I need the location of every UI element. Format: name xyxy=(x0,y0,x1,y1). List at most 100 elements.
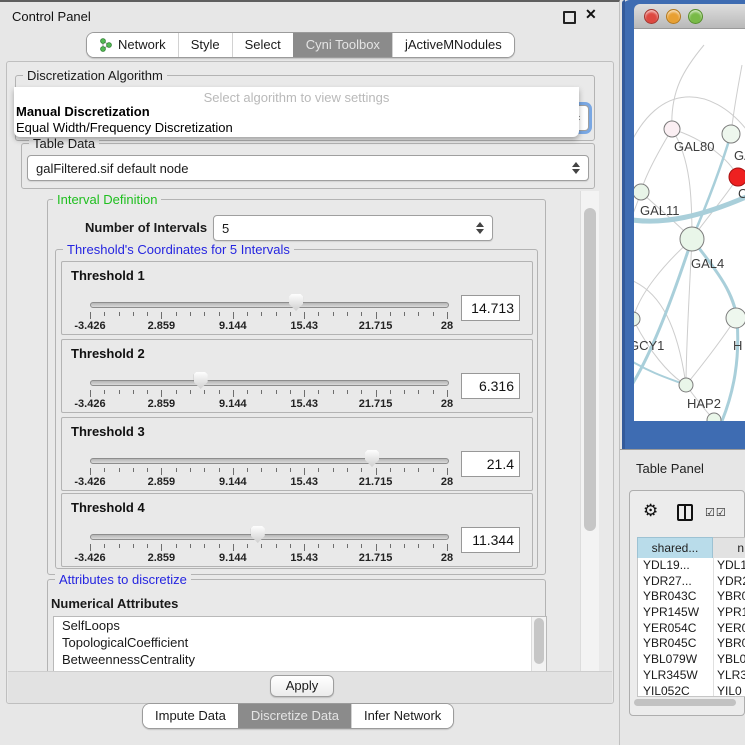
attributes-scrollbar-track[interactable] xyxy=(531,617,546,672)
cell-shared-name[interactable]: YLR345W xyxy=(643,668,698,684)
cell-name[interactable]: YBR0 xyxy=(717,636,745,652)
table-row[interactable]: YPR145W YPR1 xyxy=(638,605,745,621)
tick-mark xyxy=(190,390,191,394)
threshold-slider-track[interactable] xyxy=(90,458,449,464)
network-nodes[interactable] xyxy=(634,121,745,421)
threshold-value-field[interactable]: 21.4 xyxy=(461,451,520,477)
table-row[interactable]: YER054C YER0 xyxy=(638,621,745,637)
network-node[interactable] xyxy=(726,308,745,328)
cell-name[interactable]: YBR0 xyxy=(717,589,745,605)
cell-name[interactable]: YER0 xyxy=(717,621,745,637)
table-row[interactable]: YDR27... YDR2 xyxy=(638,574,745,590)
tick-mark xyxy=(233,312,234,319)
network-canvas[interactable]: GAL80GAL11GAL4GCY1HHAP2GAC xyxy=(634,29,745,421)
tick-mark xyxy=(447,312,448,319)
cell-shared-name[interactable]: YBR045C xyxy=(643,636,696,652)
tick-mark xyxy=(404,390,405,394)
attribute-list-item[interactable]: TopologicalCoefficient xyxy=(54,634,546,651)
cell-shared-name[interactable]: YDL19... xyxy=(643,558,690,574)
cell-shared-name[interactable]: YBL079W xyxy=(643,652,697,668)
slider-thumb[interactable] xyxy=(194,372,208,389)
option-manual-discretization[interactable]: Manual Discretization xyxy=(16,104,150,119)
cell-name[interactable]: YDR2 xyxy=(717,574,745,590)
slider-thumb[interactable] xyxy=(365,450,379,467)
slider-thumb[interactable] xyxy=(251,526,265,543)
cell-shared-name[interactable]: YER054C xyxy=(643,621,696,637)
tab-jactivemnodules[interactable]: jActiveMNodules xyxy=(392,33,514,57)
node-table[interactable]: YDL19...YDL1YDR27...YDR2YBR043CYBR0YPR14… xyxy=(637,558,745,697)
table-row[interactable]: YIL052C YIL0 xyxy=(638,684,745,698)
float-window-icon[interactable] xyxy=(563,11,576,24)
network-node[interactable] xyxy=(634,312,640,326)
cell-shared-name[interactable]: YDR27... xyxy=(643,574,692,590)
table-row[interactable]: YLR345W YLR3 xyxy=(638,668,745,684)
settings-scrollbar-track[interactable] xyxy=(580,191,599,701)
cell-name[interactable]: YPR1 xyxy=(717,605,745,621)
cell-name[interactable]: YBL0 xyxy=(717,652,745,668)
select-columns-icon[interactable]: ☑☑ xyxy=(705,506,727,519)
table-row[interactable]: YBR043C YBR0 xyxy=(638,589,745,605)
tick-mark xyxy=(318,390,319,394)
table-data-combobox[interactable]: galFiltered.sif default node xyxy=(27,155,589,181)
attribute-list-item[interactable]: BetweennessCentrality xyxy=(54,651,546,668)
column-header-name[interactable]: n xyxy=(713,537,745,559)
cell-name[interactable]: YDL1 xyxy=(717,558,745,574)
network-node[interactable] xyxy=(664,121,680,137)
tick-mark xyxy=(376,544,377,551)
scale-label: 28 xyxy=(441,476,453,488)
network-node[interactable] xyxy=(680,227,704,251)
threshold-slider-track[interactable] xyxy=(90,302,449,308)
close-icon[interactable]: ✕ xyxy=(585,6,597,23)
cell-shared-name[interactable]: YPR145W xyxy=(643,605,699,621)
tick-mark xyxy=(190,468,191,472)
threshold-slider-track[interactable] xyxy=(90,380,449,386)
tab-network[interactable]: Network xyxy=(87,33,178,57)
cell-shared-name[interactable]: YBR043C xyxy=(643,589,696,605)
split-columns-icon[interactable] xyxy=(677,504,693,521)
tick-mark xyxy=(418,468,419,472)
cell-name[interactable]: YIL0 xyxy=(717,684,742,698)
table-row[interactable]: YDL19... YDL1 xyxy=(638,558,745,574)
tab-discretize-data[interactable]: Discretize Data xyxy=(238,704,351,728)
threshold-value-field[interactable]: 6.316 xyxy=(461,373,520,399)
tick-mark xyxy=(219,312,220,316)
option-equal-width-frequency[interactable]: Equal Width/Frequency Discretization xyxy=(16,120,233,135)
apply-button[interactable]: Apply xyxy=(270,675,334,697)
tick-mark xyxy=(361,390,362,394)
tab-cyni-toolbox[interactable]: Cyni Toolbox xyxy=(293,33,392,57)
column-header-shared-name[interactable]: shared... xyxy=(637,537,713,559)
tab-impute-data[interactable]: Impute Data xyxy=(143,704,238,728)
threshold-value-field[interactable]: 14.713 xyxy=(461,295,520,321)
network-node[interactable] xyxy=(634,184,649,200)
close-red-icon[interactable] xyxy=(644,9,659,24)
attributes-scrollbar-thumb[interactable] xyxy=(534,618,544,664)
threshold-slider-track[interactable] xyxy=(90,534,449,540)
numerical-attributes-list[interactable]: SelfLoopsTopologicalCoefficientBetweenne… xyxy=(53,616,547,673)
slider-thumb[interactable] xyxy=(289,294,303,311)
attribute-list-item[interactable]: SelfLoops xyxy=(54,617,546,634)
table-row[interactable]: YBR045C YBR0 xyxy=(638,636,745,652)
tick-mark xyxy=(347,544,348,548)
tab-select[interactable]: Select xyxy=(232,33,293,57)
cell-shared-name[interactable]: YIL052C xyxy=(643,684,690,698)
tab-infer-network[interactable]: Infer Network xyxy=(351,704,453,728)
network-node[interactable] xyxy=(722,125,740,143)
table-hscrollbar-track[interactable] xyxy=(634,699,740,707)
network-node[interactable] xyxy=(729,168,745,186)
table-row[interactable]: YBL079W YBL0 xyxy=(638,652,745,668)
number-of-intervals-combobox[interactable]: 5 xyxy=(213,215,493,241)
network-node[interactable] xyxy=(679,378,693,392)
table-hscrollbar-thumb[interactable] xyxy=(634,699,736,706)
scale-label: 9.144 xyxy=(219,552,247,564)
tick-mark xyxy=(333,468,334,472)
tick-mark xyxy=(304,312,305,319)
settings-scrollbar-thumb[interactable] xyxy=(584,208,596,531)
gear-icon[interactable]: ⚙ xyxy=(643,501,658,521)
tick-mark xyxy=(147,312,148,316)
minimize-yellow-icon[interactable] xyxy=(666,9,681,24)
threshold-value-field[interactable]: 11.344 xyxy=(461,527,520,553)
zoom-green-icon[interactable] xyxy=(688,9,703,24)
tick-mark xyxy=(90,544,91,551)
tab-style[interactable]: Style xyxy=(178,33,232,57)
cell-name[interactable]: YLR3 xyxy=(717,668,745,684)
